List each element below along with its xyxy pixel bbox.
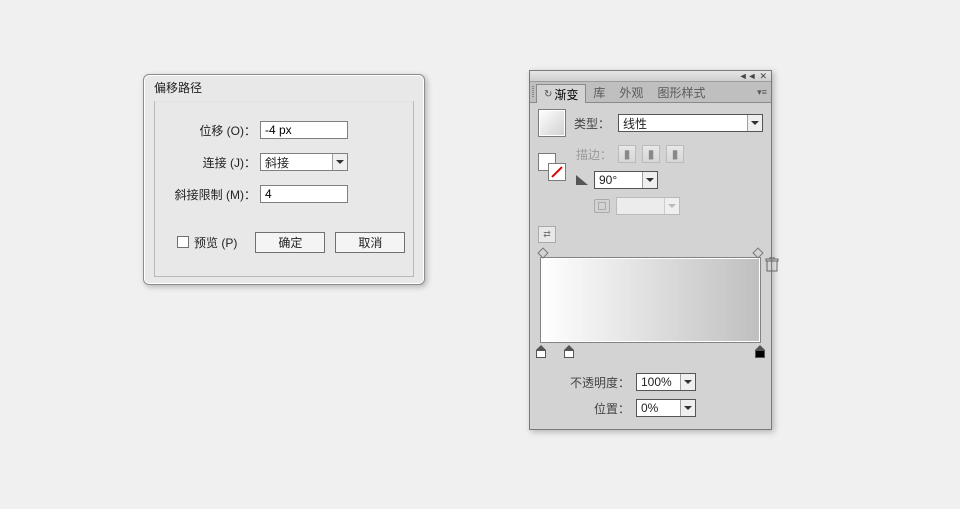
- chevron-down-icon: [646, 178, 654, 182]
- type-select-button[interactable]: [747, 115, 762, 131]
- opacity-select[interactable]: 100%: [636, 373, 696, 391]
- gradient-editor[interactable]: [540, 257, 761, 343]
- opacity-label: 不透明度：: [538, 374, 630, 391]
- panel-menu-icon[interactable]: ▾≡: [753, 82, 771, 102]
- reverse-gradient-icon[interactable]: ⇄: [538, 226, 556, 243]
- gradient-ramp[interactable]: [540, 257, 761, 343]
- join-label: 连接 (J)：: [155, 154, 260, 171]
- collapse-icon[interactable]: ◄◄: [739, 72, 757, 81]
- chevron-down-icon: [336, 160, 344, 164]
- tab-graphic-styles[interactable]: 图形样式: [650, 82, 712, 102]
- trash-icon[interactable]: [765, 257, 779, 273]
- angle-value: 90°: [595, 173, 642, 187]
- offset-path-dialog: 偏移路径 位移 (O)： 连接 (J)： 斜接 斜接限制 (M)： 预览 (P): [143, 74, 425, 285]
- stroke-within-icon[interactable]: ▮: [618, 145, 636, 163]
- angle-icon: [576, 175, 588, 185]
- gradient-swatch[interactable]: [538, 109, 566, 137]
- location-select[interactable]: 0%: [636, 399, 696, 417]
- stroke-across-icon[interactable]: ▮: [666, 145, 684, 163]
- opacity-select-button[interactable]: [680, 374, 695, 390]
- location-select-button[interactable]: [680, 400, 695, 416]
- chevron-down-icon: [684, 406, 692, 410]
- panel-body: 类型： 线性 描边： ▮ ▮ ▮: [530, 103, 771, 429]
- preview-checkbox-wrap[interactable]: 预览 (P): [177, 234, 237, 251]
- angle-select-button[interactable]: [642, 172, 657, 188]
- tab-library[interactable]: 库: [586, 82, 612, 102]
- ok-button[interactable]: 确定: [255, 232, 325, 253]
- type-select-value: 线性: [619, 115, 747, 132]
- stroke-swatch-none[interactable]: [548, 163, 566, 181]
- dialog-body: 位移 (O)： 连接 (J)： 斜接 斜接限制 (M)： 预览 (P) 确定: [154, 101, 414, 277]
- chevron-down-icon: [684, 380, 692, 384]
- chevron-down-icon: [668, 204, 676, 208]
- tab-gradient-label: 渐变: [554, 86, 578, 103]
- join-combo-value: 斜接: [261, 154, 332, 171]
- angle-select[interactable]: 90°: [594, 171, 658, 189]
- panel-tabs: ↻ 渐变 库 外观 图形样式 ▾≡: [530, 82, 771, 103]
- location-label: 位置：: [538, 400, 630, 417]
- chevron-down-icon: [751, 121, 759, 125]
- preview-checkbox[interactable]: [177, 236, 189, 248]
- offset-input[interactable]: [260, 121, 348, 139]
- preview-label: 预览 (P): [194, 234, 237, 251]
- ok-button-label: 确定: [278, 234, 302, 251]
- gradient-stop-mid[interactable]: [564, 345, 574, 358]
- stroke-along-icon[interactable]: ▮: [642, 145, 660, 163]
- aspect-ratio-icon: [594, 199, 610, 213]
- offset-label: 位移 (O)：: [155, 122, 260, 139]
- cancel-button[interactable]: 取消: [335, 232, 405, 253]
- tab-gradient[interactable]: ↻ 渐变: [536, 84, 586, 103]
- fill-stroke-swatch[interactable]: [538, 153, 566, 181]
- miter-limit-label: 斜接限制 (M)：: [155, 186, 260, 203]
- close-icon[interactable]: ✕: [759, 72, 767, 81]
- type-label: 类型：: [574, 115, 610, 132]
- type-select[interactable]: 线性: [618, 114, 763, 132]
- gradient-panel: ◄◄ ✕ ↻ 渐变 库 外观 图形样式 ▾≡ 类型： 线性: [529, 70, 772, 430]
- miter-limit-input[interactable]: [260, 185, 348, 203]
- tab-appearance[interactable]: 外观: [612, 82, 650, 102]
- cancel-button-label: 取消: [358, 234, 382, 251]
- refresh-icon: ↻: [544, 89, 552, 100]
- stroke-label: 描边：: [576, 146, 612, 163]
- location-value: 0%: [637, 401, 680, 415]
- panel-window-bar: ◄◄ ✕: [530, 71, 771, 82]
- aspect-ratio-select: [616, 197, 680, 215]
- dialog-title: 偏移路径: [144, 75, 424, 97]
- join-combo[interactable]: 斜接: [260, 153, 348, 171]
- join-combo-button[interactable]: [332, 154, 347, 170]
- gradient-stop-black[interactable]: [755, 345, 765, 358]
- aspect-ratio-button: [664, 198, 679, 214]
- opacity-value: 100%: [637, 375, 680, 389]
- gradient-stop-white[interactable]: [536, 345, 546, 358]
